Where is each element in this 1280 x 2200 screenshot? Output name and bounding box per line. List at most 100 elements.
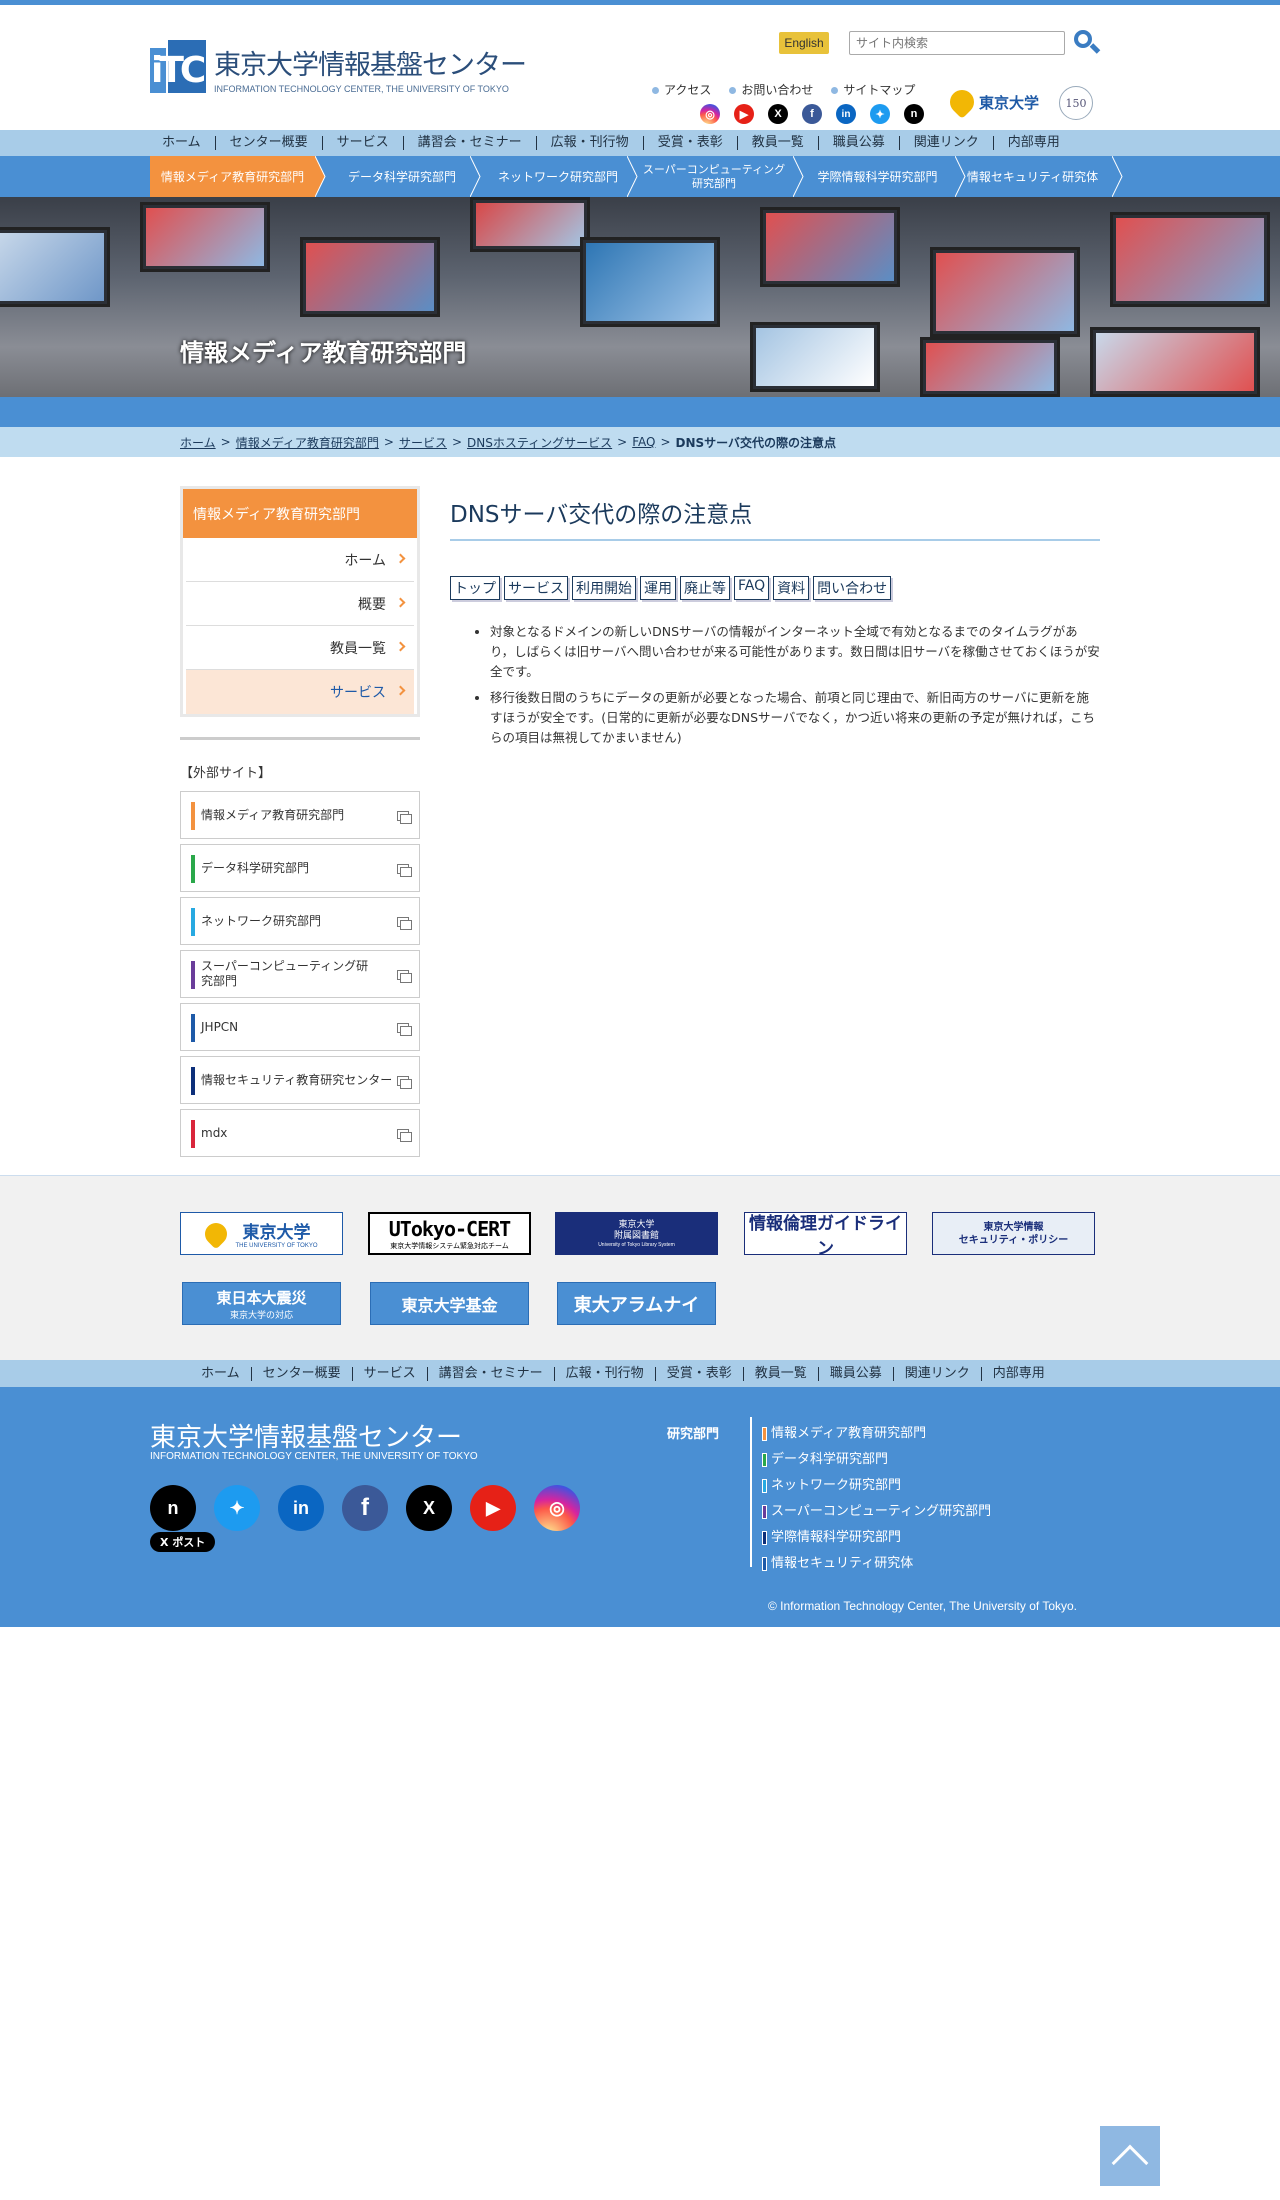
external-link-security-center[interactable]: 情報セキュリティ教育研究センター bbox=[180, 1056, 420, 1104]
fnav-publications[interactable]: 広報・刊行物 bbox=[555, 1366, 656, 1381]
linkedin-icon[interactable]: in bbox=[278, 1485, 324, 1531]
dept-tab-supercomputing[interactable]: スーパーコンピューティング研究部門 bbox=[640, 156, 788, 197]
chevron-right-icon bbox=[395, 597, 406, 608]
ginkgo-icon bbox=[945, 85, 979, 119]
site-logo[interactable]: iTC 東京大学情報基盤センター INFORMATION TECHNOLOGY … bbox=[150, 40, 527, 96]
tab-service[interactable]: サービス bbox=[504, 576, 568, 600]
gnav-services[interactable]: サービス bbox=[323, 136, 404, 150]
breadcrumb: ホーム > 情報メディア教育研究部門 > サービス > DNSホスティングサービス > … bbox=[0, 427, 1280, 457]
list-item: 移行後数日間のうちにデータの更新が必要となった場合、前項と同じ理由で、新旧両方の… bbox=[490, 688, 1100, 748]
english-button[interactable]: English bbox=[779, 32, 829, 54]
back-to-top-button[interactable] bbox=[1100, 2126, 1160, 2186]
fnav-home[interactable]: ホーム bbox=[190, 1366, 252, 1381]
gnav-internal[interactable]: 内部専用 bbox=[994, 136, 1074, 150]
instagram-icon[interactable]: ◎ bbox=[534, 1485, 580, 1531]
external-window-icon bbox=[397, 1076, 412, 1089]
sidebar-item-faculty[interactable]: 教員一覧 bbox=[186, 626, 414, 670]
tab-contact[interactable]: 問い合わせ bbox=[813, 576, 892, 600]
tab-start[interactable]: 利用開始 bbox=[572, 576, 636, 600]
footer-site-name-jp: 東京大学情報基盤センター bbox=[150, 1423, 463, 1453]
earthquake-banner[interactable]: 東日本大震災 東京大学の対応 bbox=[182, 1282, 341, 1325]
footer-dept-link[interactable]: データ科学研究部門 bbox=[762, 1447, 991, 1473]
utokyo-fund-banner[interactable]: 東京大学基金 bbox=[370, 1282, 529, 1325]
gnav-home[interactable]: ホーム bbox=[150, 136, 216, 150]
tab-operation[interactable]: 運用 bbox=[640, 576, 676, 600]
fnav-seminars[interactable]: 講習会・セミナー bbox=[428, 1366, 555, 1381]
fnav-links[interactable]: 関連リンク bbox=[894, 1366, 982, 1381]
facebook-icon[interactable]: f bbox=[802, 104, 822, 124]
breadcrumb-services[interactable]: サービス bbox=[399, 434, 447, 451]
dept-tab-datascience[interactable]: データ科学研究部門 bbox=[327, 156, 477, 197]
bluesky-icon[interactable]: ✦ bbox=[214, 1485, 260, 1531]
fnav-services[interactable]: サービス bbox=[353, 1366, 428, 1381]
header-social-icons: ◎ ▶ X f in ✦ n bbox=[700, 104, 924, 124]
external-link-mdx[interactable]: mdx bbox=[180, 1109, 420, 1157]
utokyo-logo[interactable]: 東京大学 bbox=[945, 85, 1048, 119]
footer-dept-link[interactable]: スーパーコンピューティング研究部門 bbox=[762, 1499, 991, 1525]
fnav-awards[interactable]: 受賞・表彰 bbox=[656, 1366, 744, 1381]
anniversary-150-badge[interactable]: 150 bbox=[1059, 86, 1093, 120]
sidebar-title[interactable]: 情報メディア教育研究部門 bbox=[183, 489, 417, 538]
x-post-button[interactable]: X ポスト bbox=[150, 1532, 216, 1552]
tab-documents[interactable]: 資料 bbox=[773, 576, 810, 600]
external-window-icon bbox=[397, 917, 412, 930]
youtube-icon[interactable]: ▶ bbox=[470, 1485, 516, 1531]
linkedin-icon[interactable]: in bbox=[836, 104, 856, 124]
ethics-guideline-banner[interactable]: 情報倫理ガイドライン bbox=[744, 1212, 907, 1259]
x-icon[interactable]: X bbox=[406, 1485, 452, 1531]
breadcrumb-home[interactable]: ホーム bbox=[180, 434, 216, 451]
sidebar-item-services[interactable]: サービス bbox=[186, 670, 414, 714]
gnav-publications[interactable]: 広報・刊行物 bbox=[537, 136, 644, 150]
fnav-faculty[interactable]: 教員一覧 bbox=[744, 1366, 819, 1381]
gnav-about[interactable]: センター概要 bbox=[216, 136, 323, 150]
gnav-faculty[interactable]: 教員一覧 bbox=[738, 136, 819, 150]
security-policy-banner[interactable]: 東京大学情報 セキュリティ・ポリシー bbox=[932, 1212, 1095, 1255]
footer-dept-link[interactable]: 情報メディア教育研究部門 bbox=[762, 1421, 991, 1447]
note-icon[interactable]: n bbox=[904, 104, 924, 124]
x-icon[interactable]: X bbox=[768, 104, 788, 124]
tab-discontinue[interactable]: 廃止等 bbox=[680, 576, 730, 600]
external-link-media[interactable]: 情報メディア教育研究部門 bbox=[180, 791, 420, 839]
gnav-awards[interactable]: 受賞・表彰 bbox=[644, 136, 738, 150]
sidebar-item-home[interactable]: ホーム bbox=[186, 538, 414, 582]
fnav-about[interactable]: センター概要 bbox=[252, 1366, 353, 1381]
youtube-icon[interactable]: ▶ bbox=[734, 104, 754, 124]
gnav-links[interactable]: 関連リンク bbox=[900, 136, 994, 150]
dept-tab-media[interactable]: 情報メディア教育研究部門 bbox=[150, 156, 315, 197]
breadcrumb-media[interactable]: 情報メディア教育研究部門 bbox=[236, 434, 379, 451]
external-link-network[interactable]: ネットワーク研究部門 bbox=[180, 897, 420, 945]
access-link[interactable]: アクセス bbox=[652, 81, 711, 98]
site-footer: 東京大学情報基盤センター INFORMATION TECHNOLOGY CENT… bbox=[0, 1387, 1280, 1627]
sitemap-link[interactable]: サイトマップ bbox=[831, 81, 915, 98]
footer-dept-link[interactable]: ネットワーク研究部門 bbox=[762, 1473, 991, 1499]
dept-tab-security[interactable]: 情報セキュリティ研究体 bbox=[965, 156, 1100, 197]
sidebar-item-overview[interactable]: 概要 bbox=[186, 582, 414, 626]
library-banner[interactable]: 東京大学 附属図書館 University of Tokyo Library S… bbox=[555, 1212, 718, 1255]
fnav-jobs[interactable]: 職員公募 bbox=[819, 1366, 894, 1381]
gnav-jobs[interactable]: 職員公募 bbox=[819, 136, 900, 150]
alumni-banner[interactable]: 東大アラムナイ bbox=[557, 1282, 716, 1325]
external-link-jhpcn[interactable]: JHPCN bbox=[180, 1003, 420, 1051]
search-input[interactable] bbox=[849, 31, 1065, 55]
footer-dept-link[interactable]: 学際情報科学研究部門 bbox=[762, 1525, 991, 1551]
footer-dept-list: 情報メディア教育研究部門 データ科学研究部門 ネットワーク研究部門 スーパーコン… bbox=[762, 1421, 991, 1577]
dept-tab-network[interactable]: ネットワーク研究部門 bbox=[482, 156, 634, 197]
search-icon[interactable] bbox=[1071, 27, 1101, 57]
gnav-seminars[interactable]: 講習会・セミナー bbox=[404, 136, 537, 150]
external-link-supercomputing[interactable]: スーパーコンピューティング研究部門 bbox=[180, 950, 420, 998]
external-link-datascience[interactable]: データ科学研究部門 bbox=[180, 844, 420, 892]
utokyo-cert-banner[interactable]: UTokyo-CERT 東京大学情報システム緊急対応チーム bbox=[368, 1212, 531, 1255]
footer-dept-link[interactable]: 情報セキュリティ研究体 bbox=[762, 1551, 991, 1577]
bluesky-icon[interactable]: ✦ bbox=[870, 104, 890, 124]
utokyo-banner[interactable]: 東京大学 THE UNIVERSITY OF TOKYO bbox=[180, 1212, 343, 1255]
facebook-icon[interactable]: f bbox=[342, 1485, 388, 1531]
tab-top[interactable]: トップ bbox=[450, 576, 500, 600]
breadcrumb-dns-hosting[interactable]: DNSホスティングサービス bbox=[467, 434, 612, 451]
breadcrumb-faq[interactable]: FAQ bbox=[632, 435, 655, 449]
fnav-internal[interactable]: 内部専用 bbox=[982, 1366, 1056, 1381]
note-icon[interactable]: n bbox=[150, 1485, 196, 1531]
instagram-icon[interactable]: ◎ bbox=[700, 104, 720, 124]
tab-faq[interactable]: FAQ bbox=[734, 576, 770, 600]
contact-link[interactable]: お問い合わせ bbox=[729, 81, 813, 98]
dept-tab-interdisciplinary[interactable]: 学際情報科学研究部門 bbox=[805, 156, 950, 197]
